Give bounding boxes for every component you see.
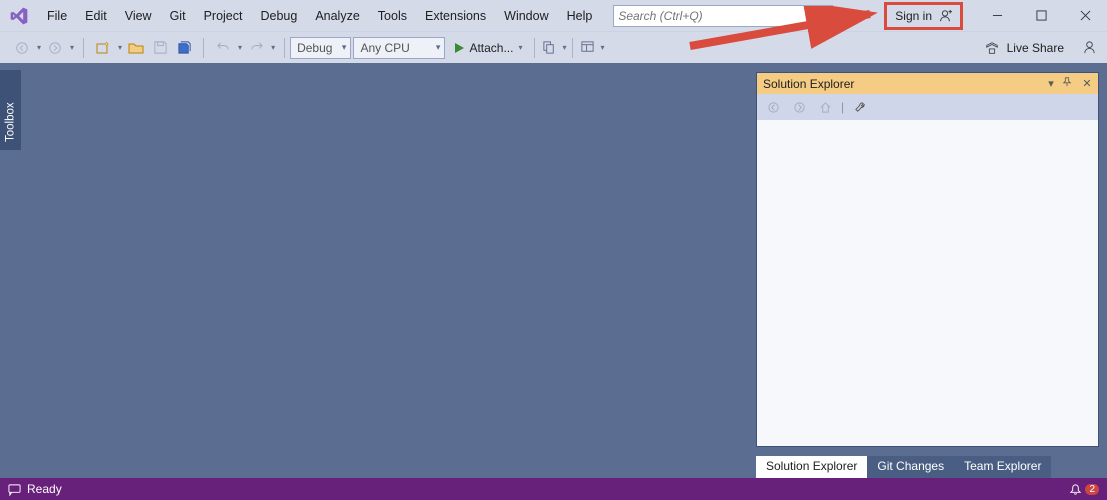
- solution-home-icon[interactable]: [815, 97, 835, 117]
- panel-pin-icon[interactable]: [1062, 77, 1076, 90]
- solution-properties-icon[interactable]: [850, 97, 870, 117]
- menu-help[interactable]: Help: [558, 5, 602, 27]
- save-all-icon[interactable]: [174, 38, 194, 58]
- panel-close-icon[interactable]: ✕: [1080, 77, 1094, 90]
- find-in-files-icon[interactable]: [540, 38, 560, 58]
- solution-explorer-toolbar: |: [757, 94, 1098, 120]
- menu-tools[interactable]: Tools: [369, 5, 416, 27]
- menu-view[interactable]: View: [116, 5, 161, 27]
- live-share-icon: [985, 41, 999, 55]
- menu-edit[interactable]: Edit: [76, 5, 116, 27]
- visual-studio-logo-icon: [8, 5, 30, 27]
- quick-search-box[interactable]: [613, 5, 833, 27]
- forward-icon[interactable]: [45, 38, 65, 58]
- panel-dropdown-icon[interactable]: ▾: [1044, 77, 1058, 90]
- attach-label: Attach...: [469, 41, 513, 55]
- tab-git-changes[interactable]: Git Changes: [867, 456, 954, 478]
- solution-tabstrip: Solution Explorer Git Changes Team Explo…: [756, 456, 1099, 478]
- window-minimize-button[interactable]: [975, 2, 1019, 30]
- solution-explorer-title: Solution Explorer: [763, 77, 854, 91]
- window-maximize-button[interactable]: [1019, 2, 1063, 30]
- menu-debug[interactable]: Debug: [251, 5, 306, 27]
- live-share-button[interactable]: Live Share: [1007, 41, 1064, 55]
- solution-back-icon[interactable]: [763, 97, 783, 117]
- menu-window[interactable]: Window: [495, 5, 557, 27]
- window-close-button[interactable]: [1063, 2, 1107, 30]
- sign-in-button[interactable]: Sign in: [884, 2, 963, 30]
- status-bar: Ready 2: [0, 478, 1107, 500]
- menu-analyze[interactable]: Analyze: [306, 5, 368, 27]
- status-chat-icon: [8, 483, 21, 496]
- status-text: Ready: [27, 482, 62, 496]
- window-layout-icon[interactable]: [578, 38, 598, 58]
- standard-toolbar: ▾ ▾ ▾ ▾ ▾ Debug Any CPU Attach...▾ ▾ ▾ L…: [0, 31, 1107, 63]
- platform-combo[interactable]: Any CPU: [353, 37, 445, 59]
- menu-extensions[interactable]: Extensions: [416, 5, 495, 27]
- new-project-icon[interactable]: [93, 38, 113, 58]
- solution-forward-icon[interactable]: [789, 97, 809, 117]
- save-icon[interactable]: [150, 38, 170, 58]
- tab-team-explorer[interactable]: Team Explorer: [954, 456, 1051, 478]
- menu-git[interactable]: Git: [161, 5, 195, 27]
- config-combo[interactable]: Debug: [290, 37, 351, 59]
- tab-solution-explorer[interactable]: Solution Explorer: [756, 456, 867, 478]
- sign-in-label: Sign in: [895, 9, 932, 23]
- redo-icon[interactable]: [246, 38, 266, 58]
- attach-button[interactable]: Attach...▾: [447, 37, 528, 59]
- solution-explorer-body: [757, 120, 1098, 446]
- menubar-right: Sign in: [884, 0, 1107, 31]
- solution-explorer-titlebar[interactable]: Solution Explorer ▾ ✕: [757, 73, 1098, 94]
- menu-bar: File Edit View Git Project Debug Analyze…: [0, 0, 1107, 31]
- undo-icon[interactable]: [213, 38, 233, 58]
- toolbox-tab[interactable]: Toolbox: [0, 70, 21, 150]
- notifications-button[interactable]: 2: [1069, 483, 1099, 496]
- play-icon: [453, 42, 465, 54]
- feedback-icon[interactable]: [1082, 40, 1097, 55]
- solution-explorer-panel: Solution Explorer ▾ ✕ |: [756, 72, 1099, 447]
- menu-file[interactable]: File: [38, 5, 76, 27]
- search-input[interactable]: [618, 9, 814, 23]
- user-add-icon: [938, 9, 952, 23]
- menu-project[interactable]: Project: [195, 5, 252, 27]
- search-icon: [814, 9, 828, 23]
- open-file-icon[interactable]: [126, 38, 146, 58]
- back-icon[interactable]: [12, 38, 32, 58]
- notification-count: 2: [1085, 484, 1099, 495]
